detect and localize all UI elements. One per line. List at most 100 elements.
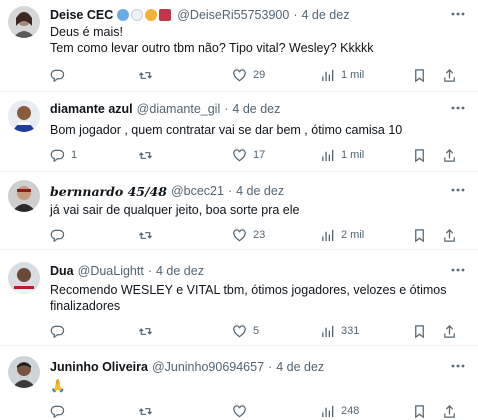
share-button[interactable] (442, 66, 457, 84)
tweet-juninho[interactable]: Juninho Oliveira @Juninho90694657 · 4 de… (0, 346, 478, 419)
views-chart-icon (322, 325, 334, 337)
share-icon (444, 68, 455, 82)
display-name[interactable]: Juninho Oliveira (50, 360, 148, 374)
more-options-icon[interactable] (450, 358, 466, 374)
share-button[interactable] (442, 146, 457, 164)
retweet-button[interactable] (138, 402, 159, 420)
bookmark-button[interactable] (412, 146, 427, 164)
share-button[interactable] (442, 402, 457, 420)
bookmark-button[interactable] (412, 322, 427, 340)
avatar[interactable] (8, 100, 40, 132)
like-count: 17 (253, 149, 266, 161)
user-handle[interactable]: @Juninho90694657 (152, 360, 264, 374)
view-count: 1 mil (341, 149, 365, 161)
tweet-text: Deus é mais! Tem como levar outro tbm nã… (50, 24, 466, 56)
retweet-icon (138, 327, 153, 335)
tweet-dua[interactable]: Dua @DuaLightt · 4 de dez Recomendo WESL… (0, 250, 478, 346)
retweet-button[interactable] (138, 66, 159, 84)
reply-icon (50, 405, 65, 418)
bookmark-icon (415, 404, 424, 418)
more-options-icon[interactable] (450, 100, 466, 116)
tweet-text-line: Recomendo WESLEY e VITAL tbm, ótimos jog… (50, 283, 447, 297)
user-handle[interactable]: @diamante_gil (137, 102, 221, 116)
view-count: 1 mil (341, 69, 365, 81)
view-count: 248 (341, 405, 360, 417)
like-count: 23 (253, 229, 266, 241)
tweet-deise[interactable]: Deise CEC @DeiseRi55753900 · 4 de dez De… (0, 0, 478, 92)
views-button[interactable]: 1 mil (320, 66, 364, 84)
avatar[interactable] (8, 180, 40, 212)
view-count: 331 (341, 325, 360, 337)
retweet-icon (138, 151, 153, 159)
share-button[interactable] (442, 226, 457, 244)
avatar[interactable] (8, 262, 40, 294)
display-name[interactable]: bernnardo 45/48 (50, 184, 167, 199)
views-button[interactable]: 1 mil (320, 146, 364, 164)
tweet-date[interactable]: 4 de dez (276, 360, 324, 374)
tweet-header: diamante azul @diamante_gil · 4 de dez (50, 100, 470, 118)
views-chart-icon (322, 229, 334, 241)
reply-button[interactable] (50, 226, 71, 244)
tweet-diamante[interactable]: diamante azul @diamante_gil · 4 de dez B… (0, 92, 478, 172)
like-button[interactable] (232, 402, 253, 420)
like-button[interactable]: 29 (232, 66, 265, 84)
share-icon (444, 324, 455, 338)
reply-icon (50, 325, 65, 338)
tweet-text-line: Deus é mais! (50, 25, 123, 39)
reply-button[interactable] (50, 402, 71, 420)
tweet-text: já vai sair de qualquer jeito, boa sorte… (50, 202, 466, 218)
reply-button[interactable] (50, 66, 71, 84)
views-button[interactable]: 2 mil (320, 226, 364, 244)
display-name[interactable]: diamante azul (50, 102, 133, 116)
reply-icon (50, 69, 65, 82)
bookmark-button[interactable] (412, 226, 427, 244)
action-bar: 23 2 mil (44, 226, 470, 244)
retweet-button[interactable] (138, 322, 159, 340)
white-heart-icon (131, 9, 144, 21)
bookmark-icon (415, 324, 424, 338)
bookmark-button[interactable] (412, 66, 427, 84)
more-options-icon[interactable] (450, 182, 466, 198)
display-name[interactable]: Dua (50, 264, 74, 278)
views-chart-icon (322, 405, 334, 417)
tweet-bernnardo[interactable]: bernnardo 45/48 @bcec21 · 4 de dez já va… (0, 172, 478, 250)
tweet-date[interactable]: 4 de dez (301, 8, 349, 22)
like-button[interactable]: 17 (232, 146, 265, 164)
bookmark-icon (415, 228, 424, 242)
blue-heart-icon (117, 9, 130, 21)
views-chart-icon (322, 149, 334, 161)
separator-dot: · (224, 102, 229, 116)
tweet-text: Recomendo WESLEY e VITAL tbm, ótimos jog… (50, 282, 466, 314)
like-count: 5 (253, 325, 260, 337)
more-options-icon[interactable] (450, 262, 466, 278)
views-button[interactable]: 331 (320, 322, 359, 340)
like-button[interactable]: 5 (232, 322, 259, 340)
avatar[interactable] (8, 356, 40, 388)
more-options-icon[interactable] (450, 6, 466, 22)
retweet-icon (138, 407, 153, 415)
user-handle[interactable]: @DeiseRi55753900 (177, 8, 289, 22)
separator-dot: · (268, 360, 273, 374)
reply-button[interactable]: 1 (50, 146, 77, 164)
tweet-date[interactable]: 4 de dez (156, 264, 204, 278)
reply-count: 1 (71, 149, 78, 161)
heart-icon (233, 228, 246, 241)
bookmark-button[interactable] (412, 402, 427, 420)
reply-button[interactable] (50, 322, 71, 340)
tweet-header: Deise CEC @DeiseRi55753900 · 4 de dez (50, 6, 470, 24)
user-handle[interactable]: @bcec21 (171, 184, 224, 198)
avatar[interactable] (8, 6, 40, 38)
tweet-date[interactable]: 4 de dez (232, 102, 280, 116)
reply-icon (50, 149, 65, 162)
tweet-date[interactable]: 4 de dez (236, 184, 284, 198)
retweet-button[interactable] (138, 146, 159, 164)
tweet-header: bernnardo 45/48 @bcec21 · 4 de dez (50, 182, 470, 200)
display-name[interactable]: Deise CEC (50, 8, 113, 22)
share-button[interactable] (442, 322, 457, 340)
retweet-button[interactable] (138, 226, 159, 244)
heart-icon (233, 404, 246, 417)
user-handle[interactable]: @DuaLightt (78, 264, 144, 278)
views-button[interactable]: 248 (320, 402, 359, 420)
action-bar: 5 331 (44, 322, 470, 340)
like-button[interactable]: 23 (232, 226, 265, 244)
